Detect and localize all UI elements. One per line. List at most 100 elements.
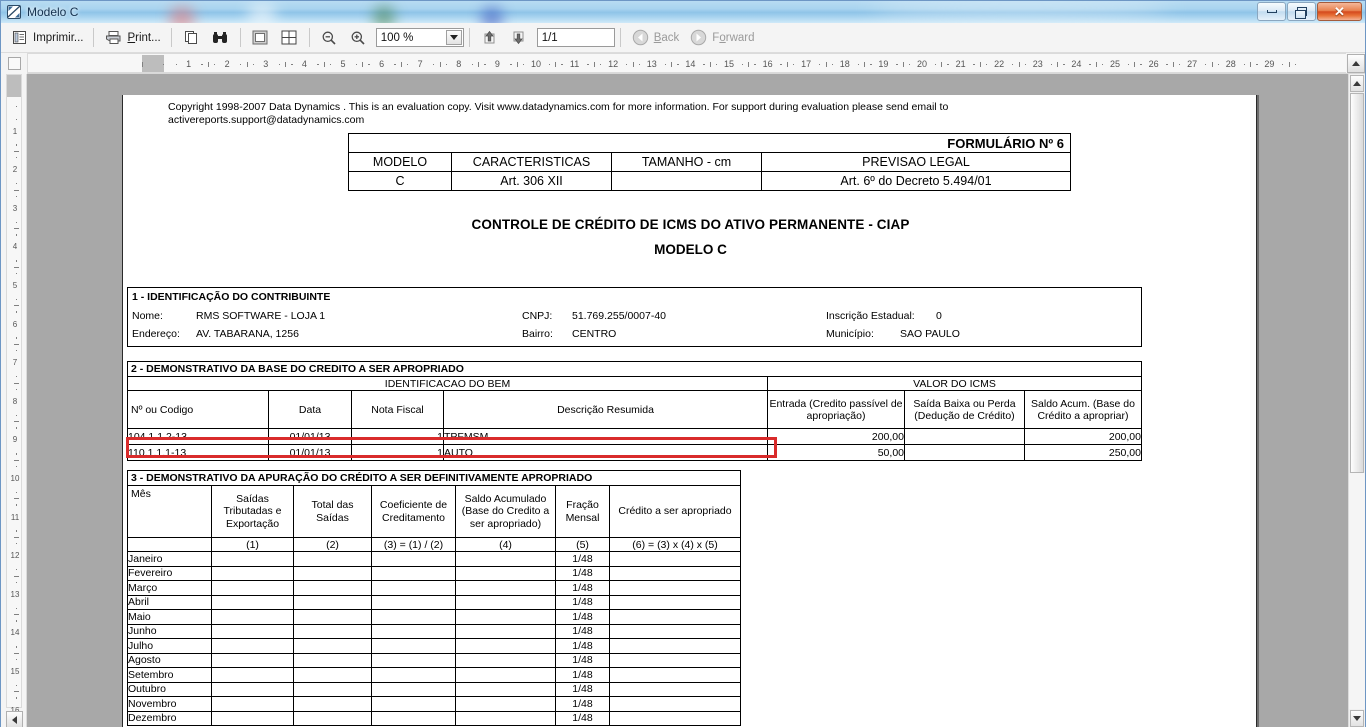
cell-credito — [609, 580, 741, 596]
cell-saidas-tributadas — [211, 623, 294, 639]
horizontal-ruler[interactable]: 1 2 3 4 5 6 7 8 9 10 11 12 13 14 15 16 17 18 19 20 21 22 23 24 2… — [27, 53, 1346, 73]
ruler-minor-tick — [16, 646, 17, 648]
page-number-input[interactable]: 1/1 — [536, 28, 615, 47]
scrollbar-track[interactable] — [1349, 473, 1365, 709]
minimize-button[interactable] — [1257, 2, 1286, 21]
col-coeficiente: Coeficiente de Creditamento — [371, 485, 456, 538]
scroll-left-button[interactable] — [6, 711, 23, 727]
table-row: Setembro 1/48 — [127, 667, 741, 683]
ruler-minor-tick — [16, 659, 17, 661]
restore-button[interactable] — [1287, 2, 1316, 21]
close-button[interactable]: ✕ — [1317, 2, 1362, 21]
cell-fracao-mensal: 1/48 — [555, 652, 610, 668]
value-bairro: CENTRO — [572, 328, 617, 340]
col-total-saidas: Total das Saídas — [293, 485, 372, 538]
back-button[interactable]: Back — [627, 26, 684, 50]
cell-saidas-tributadas — [211, 710, 294, 726]
ruler-label: 1 — [186, 59, 192, 69]
cell-coeficiente — [371, 565, 456, 581]
ruler-tick — [1057, 62, 1059, 67]
forward-arrow-icon — [689, 28, 708, 47]
cell-total-saidas — [293, 667, 372, 683]
section-3-table: Mês Saídas Tributadas e Exportação Total… — [127, 485, 741, 726]
ruler-corner[interactable] — [1, 53, 27, 74]
zoom-level-value: 100 % — [380, 31, 414, 44]
cell-saldo-acumulado — [455, 652, 556, 668]
vertical-scrollbar[interactable] — [1348, 74, 1365, 727]
ruler-label: 24 — [1071, 59, 1082, 69]
ruler-minor-tick — [16, 118, 17, 120]
value-municipio: SAO PAULO — [900, 328, 960, 340]
previous-page-button[interactable] — [476, 26, 503, 50]
ruler-minor-tick — [16, 273, 17, 275]
col-saldo-acumulado: Saldo Acumulado (Base do Credito a ser a… — [455, 485, 556, 538]
form-value-row: C Art. 306 XII Art. 6º do Decreto 5.494/… — [348, 171, 1071, 191]
find-button[interactable] — [207, 26, 234, 50]
ruler-label: 3 — [12, 203, 18, 213]
zoom-in-button[interactable] — [345, 26, 372, 50]
multi-page-view-button[interactable] — [276, 26, 303, 50]
ruler-minor-tick — [832, 64, 834, 65]
cell-saldo-acumulado — [455, 710, 556, 726]
multi-page-icon — [280, 28, 299, 47]
cell-saldo-acumulado — [455, 580, 556, 596]
ruler-minor-tick — [16, 504, 17, 506]
cell-mes: Julho — [127, 638, 212, 654]
zoom-level-combobox[interactable]: 100 % — [375, 28, 464, 47]
cell-coeficiente — [371, 638, 456, 654]
scroll-up-button[interactable] — [1347, 54, 1365, 73]
cell-entrada: 200,00 — [767, 428, 905, 445]
ruler-minor-tick — [935, 64, 937, 65]
scrollbar-up-button[interactable] — [1350, 75, 1364, 92]
ruler-minor-tick — [1050, 64, 1052, 65]
copy-button[interactable] — [178, 26, 205, 50]
toolbar-separator — [308, 28, 310, 47]
print-setup-button[interactable]: Imprimir... — [6, 26, 87, 50]
ruler-minor-tick — [1102, 64, 1104, 65]
cell-entrada: 50,00 — [767, 444, 905, 461]
form-header-row: MODELO CARACTERISTICAS TAMANHO - cm PREV… — [348, 152, 1071, 172]
next-page-button[interactable] — [505, 26, 532, 50]
ruler-minor-tick — [16, 453, 17, 455]
wallpaper-bloom — [481, 7, 503, 23]
forward-button[interactable]: Forward — [685, 26, 758, 50]
document-viewport[interactable]: Copyright 1998-2007 Data Dynamics . This… — [27, 74, 1348, 727]
cell-saldo-acumulado — [455, 594, 556, 610]
cell-total-saidas — [293, 681, 372, 697]
cell-mes: Março — [127, 580, 212, 596]
single-page-view-button[interactable] — [247, 26, 274, 50]
ruler-minor-tick — [330, 64, 332, 65]
form-number: FORMULÁRIO Nº 6 — [348, 133, 1071, 153]
ruler-tick — [14, 382, 19, 384]
chevron-down-icon — [449, 35, 458, 40]
cell-total-saidas — [293, 551, 372, 567]
ruler-minor-tick — [986, 64, 988, 65]
ruler-label: 4 — [12, 242, 18, 252]
ruler-label: 18 — [839, 59, 850, 69]
ruler-minor-tick — [16, 582, 17, 584]
ruler-minor-tick — [742, 64, 744, 65]
scrollbar-thumb[interactable] — [1350, 93, 1364, 473]
ruler-minor-tick — [317, 64, 319, 65]
print-button[interactable]: Print... — [100, 26, 164, 50]
cell-mes: Agosto — [127, 652, 212, 668]
cell-coeficiente — [371, 594, 456, 610]
vertical-ruler[interactable]: 12345678910111213141516 — [1, 74, 27, 727]
zoom-out-button[interactable] — [316, 26, 343, 50]
toolbar-separator — [93, 28, 95, 47]
ruler-minor-tick — [1128, 64, 1130, 65]
cell-fracao-mensal: 1/48 — [555, 594, 610, 610]
ruler-tick — [246, 62, 248, 67]
ruler-tick — [1172, 62, 1174, 67]
group-identificacao-bem: IDENTIFICACAO DO BEM — [127, 376, 768, 391]
cell-credito — [609, 565, 741, 581]
col-numero-codigo: Nº ou Codigo — [127, 390, 269, 429]
scrollbar-down-button[interactable] — [1350, 710, 1364, 727]
cell-coeficiente — [371, 623, 456, 639]
col-saida: Saída Baixa ou Perda (Dedução de Crédito… — [904, 390, 1025, 429]
zoom-dropdown-arrow[interactable] — [445, 30, 462, 45]
wallpaper-bloom — [169, 7, 195, 23]
window-titlebar: Modelo C ✕ — [1, 1, 1365, 23]
ruler-minor-tick — [471, 64, 473, 65]
ruler-minor-tick — [253, 64, 255, 65]
